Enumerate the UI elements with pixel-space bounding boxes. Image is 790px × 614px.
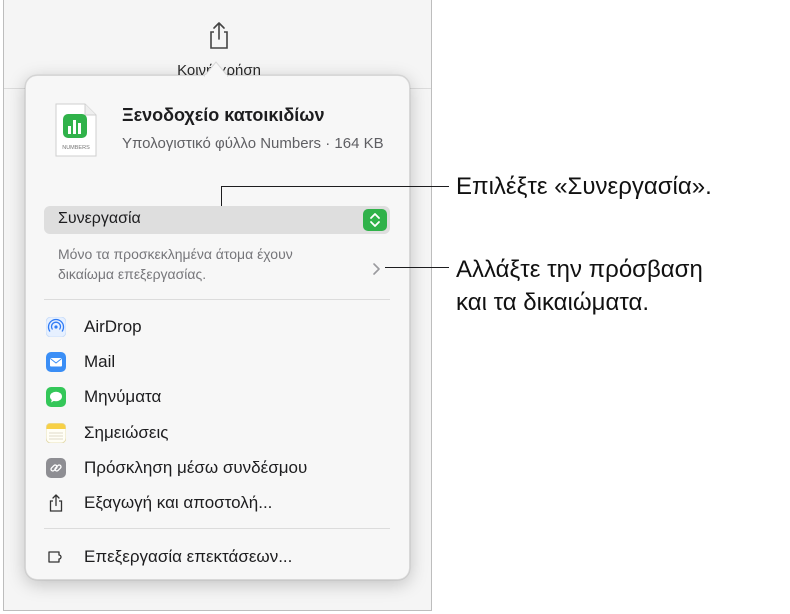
- collaboration-select[interactable]: Συνεργασία: [44, 206, 390, 234]
- menu-item-export[interactable]: Εξαγωγή και αποστολή...: [42, 488, 392, 518]
- menu-item-messages[interactable]: Μηνύματα: [42, 382, 392, 412]
- document-subtitle: Υπολογιστικό φύλλο Numbers · 164 KB: [122, 135, 384, 152]
- callout-collab-text: Επιλέξτε «Συνεργασία».: [456, 173, 712, 200]
- mail-icon: [46, 352, 66, 372]
- share-icon: [210, 22, 228, 49]
- menu-item-label: Εξαγωγή και αποστολή...: [84, 493, 273, 512]
- numbers-document-icon: NUMBERS: [54, 102, 98, 158]
- share-popover: NUMBERS Ξενοδοχείο κατοικιδίων Υπολογιστ…: [25, 75, 410, 580]
- access-description: Μόνο τα προσκεκλημένα άτομα έχουν δικαίω…: [58, 246, 293, 282]
- menu-item-label: Mail: [84, 352, 116, 371]
- menu-item-mail[interactable]: Mail: [42, 347, 392, 377]
- link-icon: [46, 458, 66, 478]
- extensions-icon: [46, 547, 66, 567]
- popover-arrow: [203, 61, 229, 77]
- doc-icon-label: NUMBERS: [62, 145, 90, 151]
- divider: [44, 528, 390, 529]
- chevron-updown-icon: [363, 209, 387, 231]
- callout-access-text-2: και τα δικαιώματα.: [456, 289, 649, 316]
- messages-icon: [46, 387, 66, 407]
- menu-item-notes[interactable]: Σημειώσεις: [42, 418, 392, 448]
- share-button[interactable]: [202, 18, 236, 52]
- menu-item-label: Σημειώσεις: [84, 423, 169, 442]
- menu-item-label: Επεξεργασία επεκτάσεων...: [84, 547, 293, 566]
- menu-item-label: Μηνύματα: [84, 387, 162, 406]
- callout-collab-connector: [221, 186, 222, 206]
- callout-access-line: [385, 267, 449, 268]
- divider: [44, 299, 390, 300]
- airdrop-icon: [45, 316, 67, 338]
- menu-item-edit-extensions[interactable]: Επεξεργασία επεκτάσεων...: [42, 542, 392, 572]
- collaboration-select-value: Συνεργασία: [58, 210, 141, 227]
- access-permissions-row[interactable]: Μόνο τα προσκεκλημένα άτομα έχουν δικαίω…: [44, 244, 390, 292]
- menu-item-label: AirDrop: [84, 317, 142, 336]
- callout-collab-line: [221, 186, 449, 187]
- callout-access-text-1: Αλλάξτε την πρόσβαση: [456, 256, 703, 283]
- menu-item-invite-link[interactable]: Πρόσκληση μέσω συνδέσμου: [42, 453, 392, 483]
- menu-item-airdrop[interactable]: AirDrop: [42, 312, 392, 342]
- chevron-right-icon: [372, 262, 382, 276]
- notes-icon: [45, 422, 67, 444]
- menu-item-label: Πρόσκληση μέσω συνδέσμου: [84, 458, 308, 477]
- document-title: Ξενοδοχείο κατοικιδίων: [122, 105, 325, 125]
- export-icon: [46, 493, 66, 513]
